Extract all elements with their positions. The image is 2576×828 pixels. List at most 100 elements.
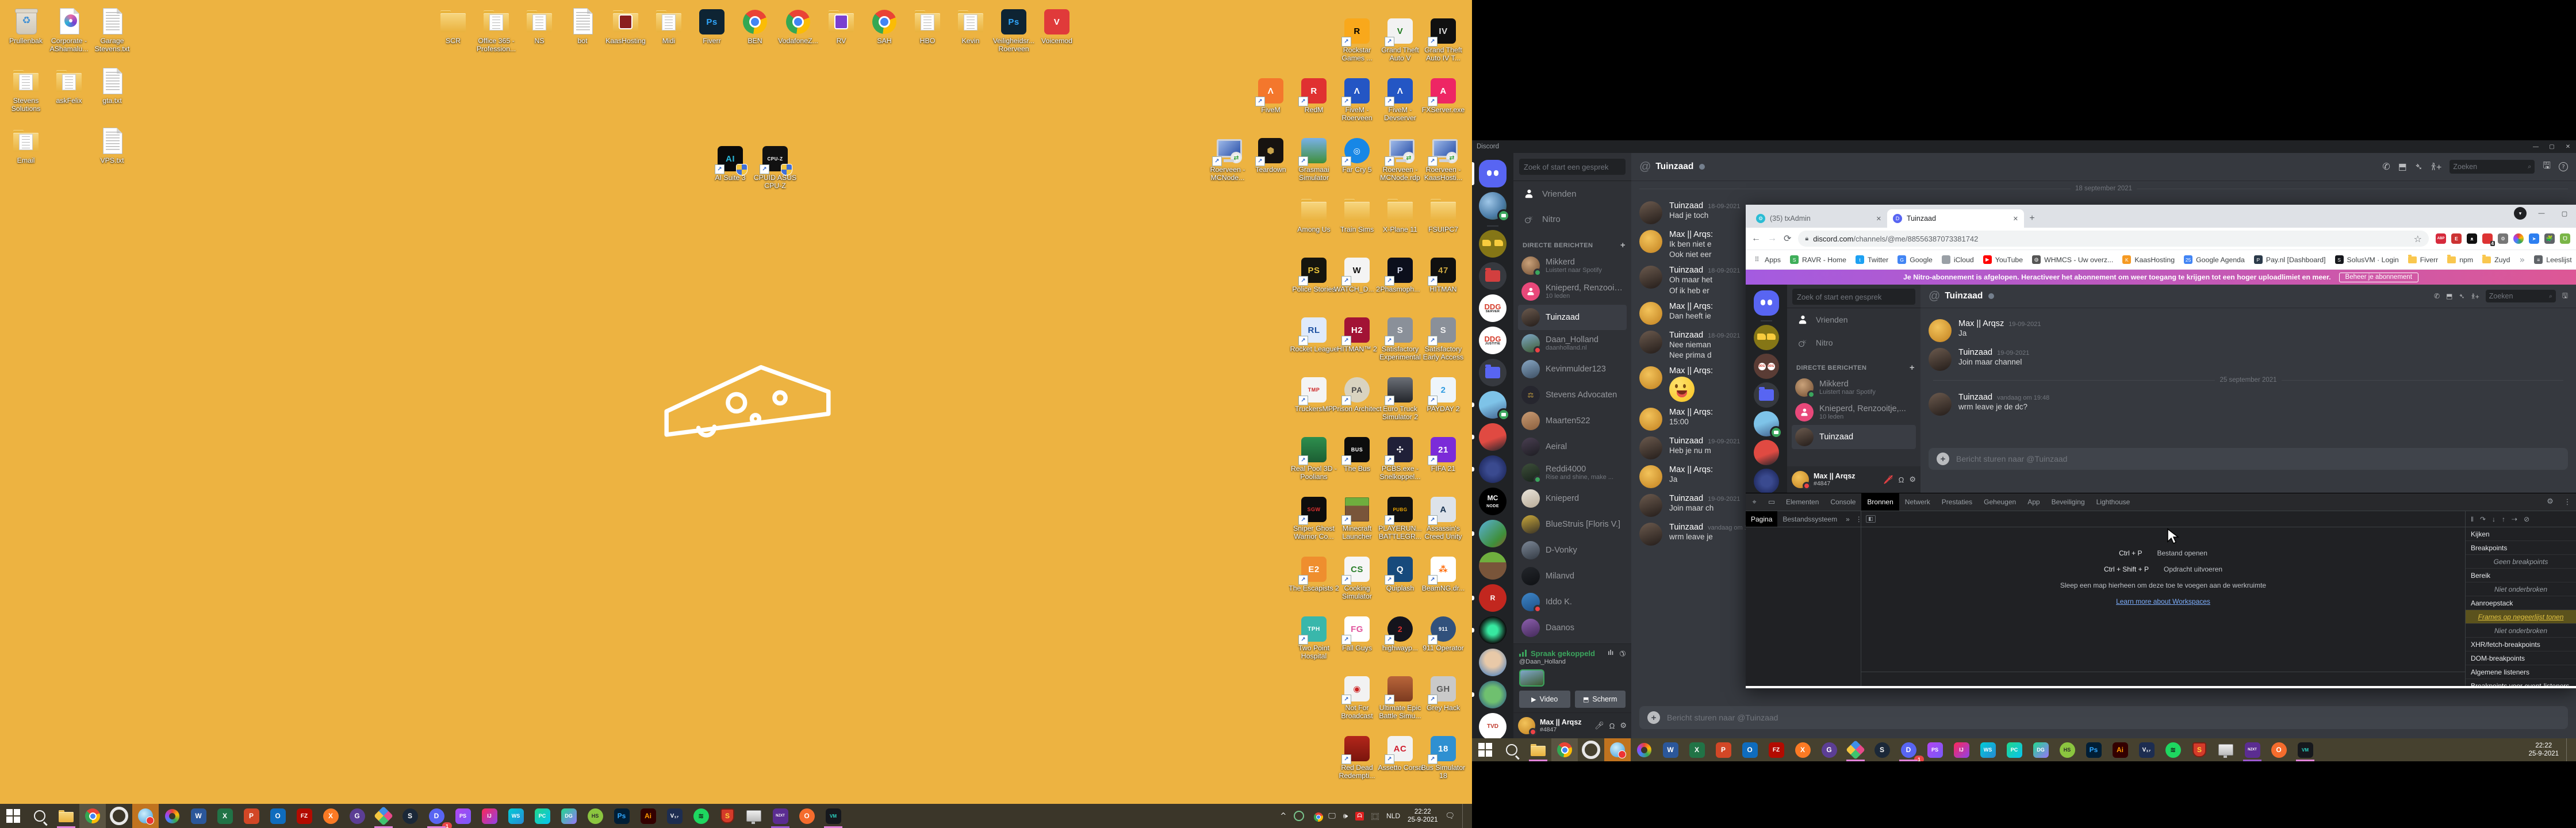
- server-folder-blue[interactable]: [1479, 359, 1506, 386]
- color-wheel-app-taskbar-button[interactable]: [159, 804, 185, 828]
- add-friend-icon[interactable]: 𐀪+: [2431, 160, 2441, 173]
- color-wheel-app-taskbar-button[interactable]: [1631, 738, 1657, 761]
- tdlapolis-server[interactable]: [1479, 681, 1506, 708]
- message-author[interactable]: Tuinzaad: [1669, 331, 1703, 340]
- text-file[interactable]: gta.txt: [87, 68, 137, 105]
- debugger-section[interactable]: Breakpoints: [2466, 541, 2576, 555]
- nzxt-cam-taskbar-button[interactable]: NZXT: [2239, 738, 2266, 761]
- tray-display-icon[interactable]: 🖵: [1328, 811, 1336, 821]
- create-dm-icon[interactable]: +: [1910, 363, 1915, 373]
- bookmark-item[interactable]: Fiverr: [2408, 256, 2438, 264]
- dm-item[interactable]: Maarten522: [1518, 408, 1627, 434]
- heidisql-taskbar-button[interactable]: HS: [2054, 738, 2080, 761]
- call-icon[interactable]: ✆: [2382, 161, 2390, 172]
- avatar[interactable]: [1639, 331, 1662, 354]
- file-explorer-taskbar-button[interactable]: [1525, 738, 1551, 761]
- sidebar-item-nitro[interactable]: 🜚Nitro: [1792, 332, 1916, 354]
- devtools-tab-bronnen[interactable]: Bronnen: [1861, 493, 1899, 511]
- inspect-element-icon[interactable]: ⌖: [1746, 493, 1763, 511]
- ext-arrow-icon[interactable]: ➤: [2529, 233, 2539, 244]
- message-input[interactable]: + Bericht sturen naar @Tuinzaad: [1639, 706, 2568, 729]
- dm-item[interactable]: Daan_Hollanddaanholland.nl: [1518, 331, 1627, 356]
- cpu-z-app[interactable]: CPU-Z↗CPUID ASUS CPU-Z: [750, 145, 800, 190]
- dm-item[interactable]: MikkerdLuistert naar Spotify: [1792, 375, 1916, 400]
- outlook-taskbar-button[interactable]: O: [1736, 738, 1763, 761]
- more-tabs-icon[interactable]: »: [1842, 515, 1853, 523]
- kaas-server[interactable]: [1754, 325, 1779, 350]
- avatar[interactable]: [1639, 523, 1662, 546]
- chat-search-inner[interactable]: Zoeken⌕: [2486, 290, 2556, 302]
- chrome-taskbar-button[interactable]: [79, 804, 106, 828]
- step-icon[interactable]: ⇢: [2512, 515, 2517, 523]
- text-file[interactable]: VPS.txt: [87, 128, 137, 165]
- steam-taskbar-button[interactable]: S: [1869, 738, 1895, 761]
- devtools-tab-geheugen[interactable]: Geheugen: [1978, 493, 2022, 511]
- bookmarks-overflow-icon[interactable]: »: [2519, 254, 2525, 265]
- search-taskbar-button[interactable]: [1498, 738, 1525, 761]
- xampp-taskbar-button[interactable]: X: [317, 804, 344, 828]
- ddg-server[interactable]: DDGSERVER: [1479, 294, 1506, 322]
- devtools-tab-beveiliging[interactable]: Beveiliging: [2046, 493, 2091, 511]
- minimize-icon[interactable]: —: [2528, 140, 2544, 153]
- bookmark-star-icon[interactable]: ☆: [2414, 233, 2422, 244]
- debugger-section[interactable]: Geen breakpoints: [2466, 555, 2576, 569]
- debugger-section[interactable]: Algemene listeners: [2466, 665, 2576, 679]
- excel-taskbar-button[interactable]: X: [1684, 738, 1710, 761]
- message-author[interactable]: Tuinzaad: [1958, 348, 1992, 357]
- xampp-taskbar-button[interactable]: X: [1789, 738, 1816, 761]
- webstorm-taskbar-button[interactable]: WS: [503, 804, 529, 828]
- debugger-section[interactable]: Bereik: [2466, 569, 2576, 582]
- tvd-server[interactable]: TVD: [1479, 713, 1506, 738]
- avatar[interactable]: [1929, 319, 1952, 342]
- avatar[interactable]: [1639, 230, 1662, 253]
- game-shortcut[interactable]: S↗Satisfactory Early Access: [1418, 316, 1469, 362]
- new-tab-button[interactable]: +: [2024, 210, 2040, 227]
- bookmark-item[interactable]: ▶YouTube: [1983, 255, 2023, 264]
- kaas-server[interactable]: [1479, 230, 1506, 258]
- debugger-section[interactable]: Frames op negeerlijst tonen: [2466, 610, 2576, 624]
- bookmark-item[interactable]: KKaasHosting: [2122, 255, 2175, 264]
- word-taskbar-button[interactable]: W: [185, 804, 212, 828]
- game-shortcut[interactable]: ⁂↗BeamNG.dr...: [1418, 555, 1469, 593]
- browser-tab[interactable]: ⚙(35) txAdmin✕: [1750, 209, 1887, 228]
- devtools-settings-icon[interactable]: ⚙: [2542, 497, 2559, 506]
- show-desktop-button[interactable]: [2566, 738, 2570, 761]
- bookmark-item[interactable]: tTwitter: [1856, 255, 1888, 264]
- r-server[interactable]: R: [1479, 584, 1506, 612]
- bookmark-item[interactable]: SRAVR - Home: [1790, 255, 1846, 264]
- filezilla-taskbar-button[interactable]: FZ: [1763, 738, 1789, 761]
- folder[interactable]: Email: [1, 128, 51, 165]
- game-shortcut[interactable]: 18↗Bus Simulator 18: [1418, 735, 1469, 780]
- collapse-sidebar-icon[interactable]: ◧: [1866, 515, 1876, 523]
- dm-search-inner[interactable]: Zoek of start een gesprek: [1787, 285, 1920, 308]
- ext-puzzle-icon[interactable]: 🧩: [2544, 233, 2555, 244]
- avatar[interactable]: [1792, 471, 1809, 488]
- discord-taskbar-button[interactable]: D1: [423, 804, 450, 828]
- deactivate-breakpoints-icon[interactable]: ⊘: [2524, 515, 2529, 523]
- chrome-taskbar-button[interactable]: [1551, 738, 1578, 761]
- start-taskbar-button[interactable]: [0, 804, 26, 828]
- address-bar[interactable]: 🔒︎ discord.com/channels/@me/885563870733…: [1798, 231, 2429, 247]
- bookmark-item[interactable]: ⠿Apps: [1753, 255, 1781, 264]
- intellij-taskbar-button[interactable]: IJ: [1948, 738, 1975, 761]
- debugger-section[interactable]: Niet onderbroken: [2466, 582, 2576, 596]
- folder[interactable]: FSUIPC7: [1418, 197, 1469, 234]
- tab-close-icon[interactable]: ✕: [2013, 215, 2018, 223]
- file-explorer-taskbar-button[interactable]: [53, 804, 79, 828]
- webstorm-taskbar-button[interactable]: WS: [1975, 738, 2001, 761]
- via-app-taskbar-button[interactable]: VM: [820, 804, 846, 828]
- pin-icon[interactable]: ➴: [2459, 292, 2464, 300]
- powerpoint-taskbar-button[interactable]: P: [1710, 738, 1736, 761]
- disconnect-call-icon[interactable]: ✆: [1617, 647, 1628, 658]
- dm-item[interactable]: Kevinmulder123: [1518, 356, 1627, 382]
- settings-gear-icon[interactable]: ⚙: [1909, 476, 1916, 484]
- city-red-server[interactable]: [1754, 440, 1779, 465]
- city-red-server[interactable]: [1479, 423, 1506, 451]
- mcnode-server[interactable]: MCNODE: [1479, 488, 1506, 515]
- devtools-menu-icon[interactable]: ⋮: [2559, 497, 2576, 507]
- reading-list-button[interactable]: ≡Leeslijst: [2534, 255, 2571, 264]
- spotify-taskbar-button[interactable]: ≋: [688, 804, 714, 828]
- bookmark-item[interactable]: ◍WHMCS - Uw overz...: [2032, 255, 2113, 264]
- message-author[interactable]: Tuinzaad: [1958, 393, 1992, 402]
- debugger-section[interactable]: XHR/fetch-breakpoints: [2466, 638, 2576, 651]
